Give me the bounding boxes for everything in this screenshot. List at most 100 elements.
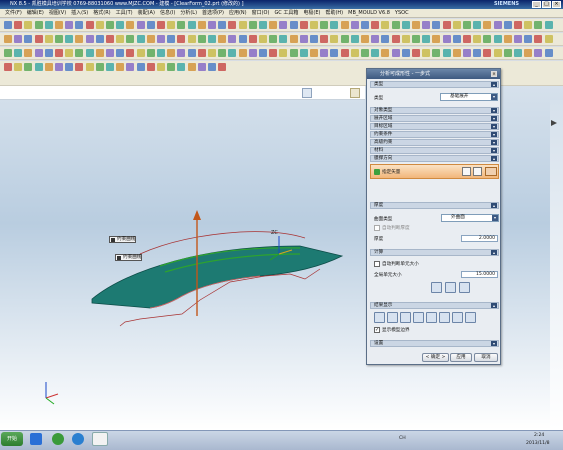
snap-icon[interactable] bbox=[350, 88, 360, 98]
toolbar-button-icon[interactable] bbox=[432, 21, 441, 29]
toolbar-button-icon[interactable] bbox=[463, 21, 471, 29]
toolbar-button-icon[interactable] bbox=[299, 35, 308, 43]
toolbar-button-icon[interactable] bbox=[279, 49, 288, 57]
toolbar-button-icon[interactable] bbox=[259, 35, 267, 43]
nx-task-icon[interactable] bbox=[92, 432, 108, 446]
app-icon-2[interactable] bbox=[52, 433, 64, 445]
toolbar-button-icon[interactable] bbox=[340, 21, 349, 29]
toolbar-button-icon[interactable] bbox=[24, 35, 33, 43]
toolbar-button-icon[interactable] bbox=[65, 21, 74, 29]
check-result-icon[interactable] bbox=[445, 282, 456, 293]
toolbar-button-icon[interactable] bbox=[146, 35, 155, 43]
toolbar-button-icon[interactable] bbox=[218, 49, 227, 57]
toolbar-button-icon[interactable] bbox=[116, 49, 125, 57]
result-animation-icon[interactable] bbox=[452, 312, 463, 323]
toolbar-button-icon[interactable] bbox=[177, 35, 186, 43]
close-button[interactable]: × bbox=[552, 1, 561, 8]
menu-item-4[interactable]: 格式(R) bbox=[93, 10, 110, 16]
toolbar-button-icon[interactable] bbox=[218, 63, 227, 71]
toolbar-button-icon[interactable] bbox=[14, 35, 23, 43]
toolbar-button-icon[interactable] bbox=[167, 35, 176, 43]
toolbar-button-icon[interactable] bbox=[116, 35, 125, 43]
toolbar-button-icon[interactable] bbox=[116, 63, 125, 71]
toolbar-button-icon[interactable] bbox=[167, 63, 176, 71]
toolbar-button-icon[interactable] bbox=[401, 35, 410, 43]
toolbar-button-icon[interactable] bbox=[75, 49, 84, 57]
section-expand-region[interactable]: 展开区域 ▾ bbox=[370, 115, 499, 122]
toolbar-button-icon[interactable] bbox=[289, 35, 298, 43]
toolbar-button-icon[interactable] bbox=[218, 35, 227, 43]
toolbar-button-icon[interactable] bbox=[65, 49, 74, 57]
toolbar-button-icon[interactable] bbox=[361, 49, 369, 57]
toolbar-button-icon[interactable] bbox=[167, 49, 176, 57]
toolbar-button-icon[interactable] bbox=[126, 63, 135, 71]
toolbar-button-icon[interactable] bbox=[422, 49, 431, 57]
toolbar-button-icon[interactable] bbox=[310, 21, 318, 29]
dialog-close-button[interactable]: × bbox=[491, 71, 497, 77]
mesh-size-field[interactable]: 15.0000 bbox=[461, 271, 498, 278]
collapse-arrow-icon[interactable] bbox=[551, 120, 557, 126]
toolbar-button-icon[interactable] bbox=[95, 63, 104, 71]
menu-item-14[interactable]: 帮助(H) bbox=[325, 10, 343, 16]
toolbar-button-icon[interactable] bbox=[544, 49, 553, 57]
toolbar-button-icon[interactable] bbox=[34, 21, 43, 29]
app-icon-3[interactable] bbox=[72, 433, 84, 445]
toolbar-button-icon[interactable] bbox=[473, 35, 482, 43]
toolbar-button-icon[interactable] bbox=[299, 49, 308, 57]
result-export-icon[interactable] bbox=[465, 312, 476, 323]
toolbar-button-icon[interactable] bbox=[503, 49, 512, 57]
toolbar-button-icon[interactable] bbox=[412, 49, 420, 57]
toolbar-button-icon[interactable] bbox=[269, 35, 278, 43]
report-icon[interactable] bbox=[459, 282, 470, 293]
toolbar-button-icon[interactable] bbox=[463, 35, 471, 43]
toolbar-button-icon[interactable] bbox=[248, 21, 257, 29]
result-strain-icon[interactable] bbox=[387, 312, 398, 323]
toolbar-button-icon[interactable] bbox=[14, 49, 23, 57]
toolbar-button-icon[interactable] bbox=[320, 49, 329, 57]
surface-type-select[interactable]: 外曲面 ▾ bbox=[441, 214, 499, 222]
toolbar-button-icon[interactable] bbox=[157, 63, 165, 71]
toolbar-button-icon[interactable] bbox=[361, 35, 369, 43]
reverse-direction-icon[interactable] bbox=[462, 167, 471, 176]
toolbar-button-icon[interactable] bbox=[228, 49, 237, 57]
thickness-field[interactable]: 2.0000 bbox=[461, 235, 498, 242]
toolbar-button-icon[interactable] bbox=[534, 35, 543, 43]
toolbar-button-icon[interactable] bbox=[442, 21, 451, 29]
toolbar-button-icon[interactable] bbox=[197, 63, 206, 71]
toolbar-button-icon[interactable] bbox=[24, 21, 33, 29]
toolbar-button-icon[interactable] bbox=[259, 21, 267, 29]
toolbar-button-icon[interactable] bbox=[55, 49, 63, 57]
toolbar-button-icon[interactable] bbox=[442, 49, 451, 57]
toolbar-button-icon[interactable] bbox=[44, 35, 53, 43]
menu-item-7[interactable]: 信息(I) bbox=[160, 10, 175, 16]
toolbar-button-icon[interactable] bbox=[269, 21, 278, 29]
toolbar-button-icon[interactable] bbox=[44, 63, 53, 71]
toolbar-button-icon[interactable] bbox=[422, 21, 431, 29]
toolbar-button-icon[interactable] bbox=[381, 35, 390, 43]
section-constraint[interactable]: 约束条件 ▾ bbox=[370, 131, 499, 138]
toolbar-button-icon[interactable] bbox=[208, 35, 216, 43]
toolbar-button-icon[interactable] bbox=[463, 49, 471, 57]
toolbar-button-icon[interactable] bbox=[34, 35, 43, 43]
menu-item-3[interactable]: 插入(S) bbox=[71, 10, 88, 16]
toolbar-button-icon[interactable] bbox=[75, 63, 84, 71]
toolbar-button-icon[interactable] bbox=[534, 21, 543, 29]
result-blank-icon[interactable] bbox=[439, 312, 450, 323]
toolbar-button-icon[interactable] bbox=[320, 35, 329, 43]
section-thickness[interactable]: 厚度 ▴ bbox=[370, 202, 499, 209]
toolbar-button-icon[interactable] bbox=[259, 49, 267, 57]
language-indicator[interactable]: CH bbox=[399, 436, 406, 441]
toolbar-button-icon[interactable] bbox=[187, 21, 196, 29]
toolbar-button-icon[interactable] bbox=[544, 35, 553, 43]
toolbar-button-icon[interactable] bbox=[524, 21, 533, 29]
toolbar-button-icon[interactable] bbox=[75, 21, 84, 29]
toolbar-button-icon[interactable] bbox=[238, 35, 247, 43]
toolbar-button-icon[interactable] bbox=[381, 21, 390, 29]
toolbar-button-icon[interactable] bbox=[289, 21, 298, 29]
toolbar-button-icon[interactable] bbox=[524, 49, 533, 57]
section-settings[interactable]: 设置 ▾ bbox=[370, 340, 499, 347]
menu-item-12[interactable]: GC 工具箱 bbox=[274, 10, 298, 16]
toolbar-button-icon[interactable] bbox=[371, 49, 380, 57]
toolbar-button-icon[interactable] bbox=[85, 49, 94, 57]
toolbar-button-icon[interactable] bbox=[44, 21, 53, 29]
